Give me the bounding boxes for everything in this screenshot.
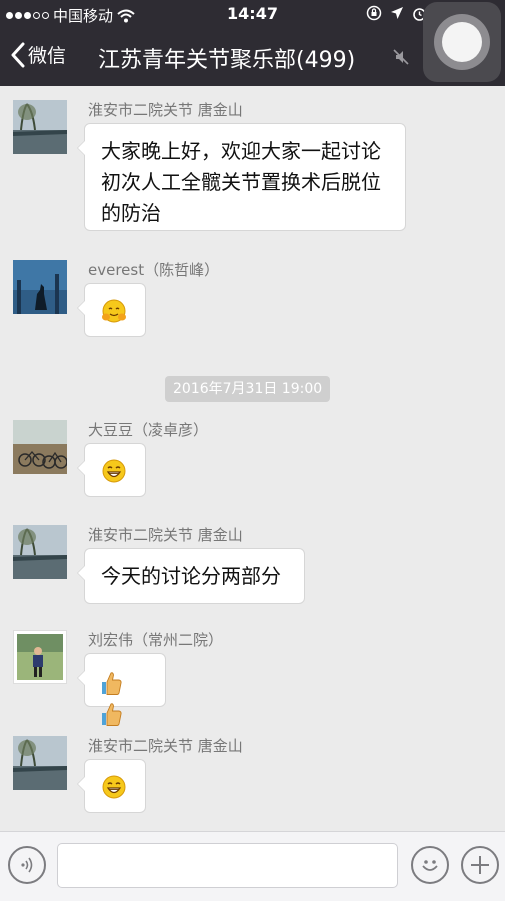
- thumbs-up-icon: [102, 702, 122, 726]
- lock-rotation-icon: [366, 5, 382, 21]
- sender-name: 刘宏伟（常州二院）: [88, 631, 224, 649]
- plus-icon: [471, 856, 489, 874]
- emoji-icon: [422, 860, 438, 871]
- chat-area[interactable]: 淮安市二院关节 唐金山 大家晚上好，欢迎大家一起讨论初次人工全髋关节置换术后脱位…: [0, 86, 505, 831]
- grin-emoji-icon: [102, 459, 126, 483]
- hug-emoji-icon: [102, 299, 126, 323]
- plus-button[interactable]: [461, 846, 499, 884]
- bicycles-avatar[interactable]: [13, 420, 67, 474]
- back-label: 微信: [28, 45, 67, 67]
- lake-avatar[interactable]: [13, 100, 67, 154]
- back-button[interactable]: 微信: [10, 41, 66, 68]
- location-icon: [391, 7, 403, 19]
- chevron-left-icon: [11, 42, 25, 67]
- person-avatar[interactable]: [13, 630, 67, 684]
- voice-button[interactable]: [8, 846, 46, 884]
- lake-avatar[interactable]: [13, 525, 67, 579]
- input-bar: [0, 831, 505, 901]
- lake-avatar[interactable]: [13, 736, 67, 790]
- message-bubble[interactable]: [77, 653, 166, 726]
- voice-icon: [21, 857, 33, 873]
- assistive-touch-button[interactable]: [423, 2, 501, 82]
- sender-name: everest（陈哲峰）: [88, 261, 220, 279]
- grin-emoji-icon: [102, 775, 126, 799]
- emoji-button[interactable]: [411, 846, 449, 884]
- wolf-avatar[interactable]: [13, 260, 67, 314]
- message-bubble[interactable]: [77, 759, 146, 813]
- chat-title: 江苏青年关节聚乐部(499): [98, 48, 356, 73]
- thumbs-up-icon: [102, 671, 122, 695]
- chat-timestamp: 2016年7月31日 19:00: [165, 376, 331, 402]
- sender-name: 淮安市二院关节 唐金山: [88, 526, 243, 544]
- message-bubble[interactable]: 大家晚上好，欢迎大家一起讨论初次人工全髋关节置换术后脱位的防治: [77, 123, 406, 231]
- message-bubble[interactable]: [77, 283, 146, 337]
- mute-icon: [393, 49, 409, 65]
- sender-name: 淮安市二院关节 唐金山: [88, 101, 243, 119]
- message-bubble[interactable]: [77, 443, 146, 497]
- status-right: [366, 5, 427, 21]
- message-input[interactable]: [57, 843, 398, 888]
- sender-name: 大豆豆（凌卓彦）: [88, 421, 209, 439]
- sender-name: 淮安市二院关节 唐金山: [88, 737, 243, 755]
- message-bubble[interactable]: 今天的讨论分两部分: [77, 548, 305, 604]
